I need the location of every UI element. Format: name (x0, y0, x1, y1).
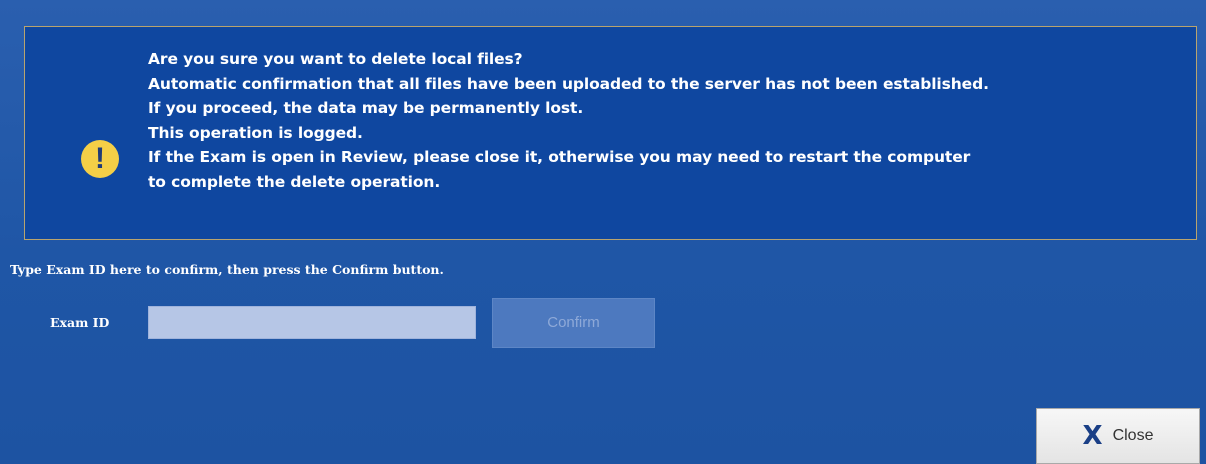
warning-message: Are you sure you want to delete local fi… (148, 47, 1193, 194)
warning-line: This operation is logged. (148, 123, 363, 142)
warning-panel: ! Are you sure you want to delete local … (24, 26, 1197, 240)
exam-id-input[interactable] (148, 306, 476, 339)
delete-files-dialog: ! Are you sure you want to delete local … (0, 0, 1206, 464)
warning-line: If you proceed, the data may be permanen… (148, 99, 584, 117)
confirm-instruction: Type Exam ID here to confirm, then press… (10, 262, 444, 277)
close-button[interactable]: X Close (1036, 408, 1200, 464)
warning-line: If the Exam is open in Review, please cl… (148, 148, 971, 166)
warning-line: Automatic confirmation that all files ha… (148, 74, 989, 93)
close-button-label: Close (1112, 427, 1154, 444)
exam-id-label: Exam ID (50, 315, 110, 330)
warning-line: Are you sure you want to delete local fi… (148, 50, 523, 68)
confirm-button[interactable]: Confirm (492, 298, 655, 348)
close-x-icon: X (1082, 421, 1103, 451)
warning-line: to complete the delete operation. (148, 172, 441, 191)
exclamation-icon: ! (81, 140, 119, 178)
